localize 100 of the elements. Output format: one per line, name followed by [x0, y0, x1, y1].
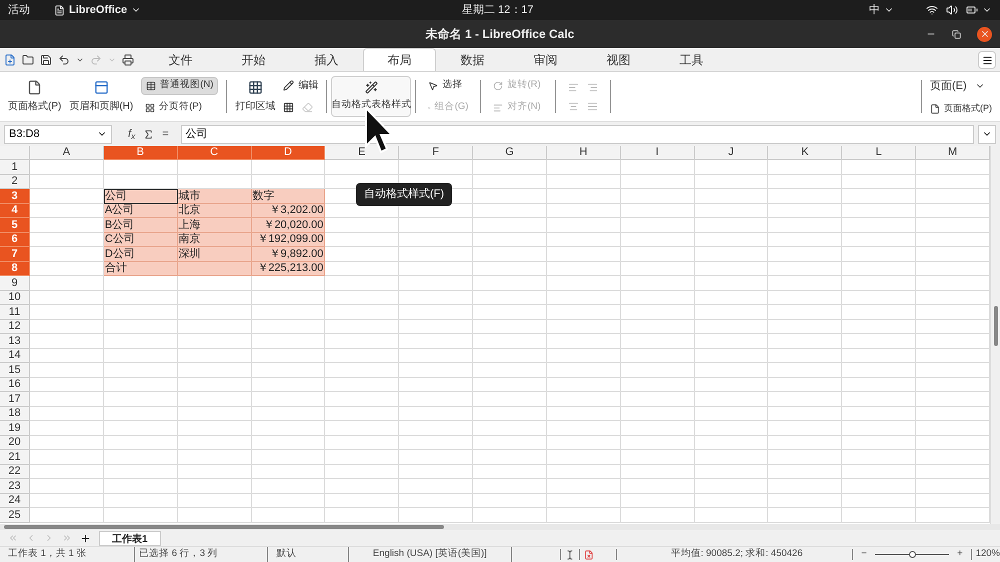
- table-cell[interactable]: [842, 479, 916, 494]
- table-cell[interactable]: [325, 479, 400, 494]
- table-cell[interactable]: [473, 276, 547, 290]
- table-cell[interactable]: [178, 334, 252, 348]
- row-header[interactable]: 3: [0, 189, 30, 204]
- table-cell[interactable]: [916, 276, 990, 290]
- table-cell[interactable]: [30, 450, 104, 464]
- table-cell[interactable]: [694, 204, 768, 218]
- align-top-icon[interactable]: [568, 82, 580, 92]
- table-cell[interactable]: [325, 276, 400, 290]
- table-cell[interactable]: [842, 494, 916, 508]
- table-cell[interactable]: [546, 204, 621, 218]
- table-cell[interactable]: 合计: [104, 262, 178, 276]
- table-cell[interactable]: [104, 479, 178, 494]
- row-header[interactable]: 7: [0, 247, 30, 262]
- table-cell[interactable]: [473, 247, 547, 262]
- table-cell[interactable]: [252, 160, 326, 174]
- table-cell[interactable]: [399, 406, 474, 421]
- table-cell[interactable]: [842, 363, 916, 378]
- table-cell[interactable]: [325, 305, 400, 320]
- table-cell[interactable]: [30, 320, 104, 334]
- table-cell[interactable]: [473, 290, 547, 305]
- table-cell[interactable]: [694, 363, 768, 378]
- table-cell[interactable]: [252, 464, 326, 479]
- open-icon[interactable]: [22, 54, 34, 66]
- column-header[interactable]: H: [546, 146, 621, 160]
- table-cell[interactable]: [546, 160, 621, 174]
- page-style-button[interactable]: 页面格式(P): [930, 102, 992, 116]
- table-cell[interactable]: [473, 378, 547, 392]
- table-cell[interactable]: [325, 218, 400, 232]
- table-cell[interactable]: [768, 160, 842, 174]
- table-cell[interactable]: [842, 232, 916, 247]
- undo-icon[interactable]: [58, 54, 70, 66]
- table-cell[interactable]: [916, 174, 990, 189]
- table-cell[interactable]: [546, 247, 621, 262]
- table-cell[interactable]: [620, 508, 695, 522]
- table-cell[interactable]: [842, 204, 916, 218]
- column-header[interactable]: D: [252, 146, 326, 160]
- column-header[interactable]: B: [104, 146, 178, 160]
- table-cell[interactable]: [399, 218, 474, 232]
- table-cell[interactable]: [916, 334, 990, 348]
- table-cell[interactable]: [104, 494, 178, 508]
- table-cell[interactable]: [694, 189, 768, 204]
- table-cell[interactable]: [546, 494, 621, 508]
- table-cell[interactable]: [694, 174, 768, 189]
- table-cell[interactable]: [620, 378, 695, 392]
- select-all-corner[interactable]: [0, 146, 30, 160]
- column-header[interactable]: G: [473, 146, 547, 160]
- table-cell[interactable]: [620, 232, 695, 247]
- row-header[interactable]: 6: [0, 232, 30, 247]
- table-cell[interactable]: [399, 334, 474, 348]
- table-cell[interactable]: [694, 232, 768, 247]
- table-cell[interactable]: [30, 305, 104, 320]
- table-cell[interactable]: [768, 232, 842, 247]
- input-method-menu[interactable]: 中: [869, 2, 894, 18]
- zoom-in-button[interactable]: +: [957, 547, 963, 562]
- table-cell[interactable]: [252, 290, 326, 305]
- table-cell[interactable]: [178, 479, 252, 494]
- table-cell[interactable]: [546, 232, 621, 247]
- table-cell[interactable]: [768, 348, 842, 363]
- ribbon-tab[interactable]: 文件: [144, 48, 217, 71]
- print-area-button[interactable]: 打印区域: [231, 72, 280, 121]
- table-cell[interactable]: [916, 421, 990, 436]
- zoom-slider[interactable]: [874, 551, 950, 558]
- table-cell[interactable]: [325, 421, 400, 436]
- table-cell[interactable]: [546, 406, 621, 421]
- row-header[interactable]: 17: [0, 392, 30, 406]
- eraser-icon[interactable]: [302, 102, 314, 113]
- table-cell[interactable]: [694, 494, 768, 508]
- table-cell[interactable]: [30, 290, 104, 305]
- formula-input[interactable]: 公司: [180, 124, 974, 144]
- table-cell[interactable]: [546, 320, 621, 334]
- table-cell[interactable]: [399, 363, 474, 378]
- table-cell[interactable]: [30, 232, 104, 247]
- table-cell[interactable]: [252, 479, 326, 494]
- table-cell[interactable]: [768, 218, 842, 232]
- select-button[interactable]: 选择: [424, 76, 472, 94]
- column-header[interactable]: E: [325, 146, 400, 160]
- table-cell[interactable]: [620, 392, 695, 406]
- row-header[interactable]: 19: [0, 421, 30, 436]
- table-cell[interactable]: [104, 334, 178, 348]
- table-cell[interactable]: [252, 406, 326, 421]
- table-cell[interactable]: [694, 247, 768, 262]
- row-header[interactable]: 5: [0, 218, 30, 232]
- table-cell[interactable]: [30, 464, 104, 479]
- table-cell[interactable]: [694, 464, 768, 479]
- table-cell[interactable]: [399, 247, 474, 262]
- table-cell[interactable]: [546, 464, 621, 479]
- table-cell[interactable]: [325, 464, 400, 479]
- table-cell[interactable]: [620, 406, 695, 421]
- table-cell[interactable]: [546, 508, 621, 522]
- table-cell[interactable]: [694, 160, 768, 174]
- table-cell[interactable]: [178, 436, 252, 450]
- first-sheet-icon[interactable]: [8, 533, 18, 543]
- table-cell[interactable]: [546, 189, 621, 204]
- ribbon-tab[interactable]: 插入: [290, 48, 363, 71]
- vertical-scrollbar[interactable]: [990, 146, 1000, 524]
- row-header[interactable]: 14: [0, 348, 30, 363]
- row-header[interactable]: 11: [0, 305, 30, 320]
- table-cell[interactable]: [546, 334, 621, 348]
